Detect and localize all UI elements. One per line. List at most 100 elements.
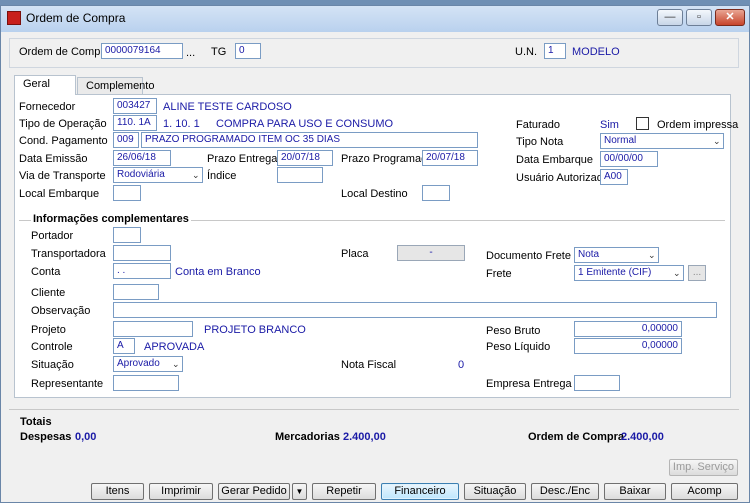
via-transporte-select[interactable]: Rodoviária ⌄ xyxy=(113,167,203,183)
via-transporte-label: Via de Transporte xyxy=(19,170,106,182)
frete-label: Frete xyxy=(486,268,512,280)
tab-complemento[interactable]: Complemento xyxy=(77,77,154,95)
empresa-entrega-field[interactable] xyxy=(574,375,620,391)
tipo-nota-label: Tipo Nota xyxy=(516,136,564,148)
ordem-label: Ordem de Compra xyxy=(19,46,111,58)
portador-label: Portador xyxy=(31,230,74,242)
tipo-nota-value: Normal xyxy=(604,135,637,146)
peso-liquido-field[interactable]: 0,00000 xyxy=(574,338,682,354)
imp-servico-button[interactable]: Imp. Serviço xyxy=(669,459,738,476)
window-title: Ordem de Compra xyxy=(26,11,126,25)
chevron-down-icon: ⌄ xyxy=(192,170,200,180)
cliente-label: Cliente xyxy=(31,287,66,299)
ordem-total-value: 2.400,00 xyxy=(621,431,664,443)
ordem-impressa-checkbox[interactable] xyxy=(636,117,649,130)
projeto-description: PROJETO BRANCO xyxy=(204,324,306,336)
chevron-down-icon: ⌄ xyxy=(648,250,656,260)
representante-label: Representante xyxy=(31,378,104,390)
fornecedor-code-field[interactable]: 003427 xyxy=(113,98,157,114)
documento-frete-value: Nota xyxy=(578,249,600,260)
cond-pagamento-description-field[interactable]: PRAZO PROGRAMADO ITEM OC 35 DIAS xyxy=(141,132,478,148)
indice-field[interactable] xyxy=(277,167,323,183)
desc-enc-button[interactable]: Desc./Enc xyxy=(531,483,599,500)
peso-bruto-field[interactable]: 0,00000 xyxy=(574,321,682,337)
data-emissao-field[interactable]: 26/06/18 xyxy=(113,150,171,166)
documento-frete-select[interactable]: Nota ⌄ xyxy=(574,247,659,263)
despesas-value: 0,00 xyxy=(75,431,97,443)
prazo-entrega-field[interactable]: 20/07/18 xyxy=(277,150,333,166)
local-destino-label: Local Destino xyxy=(341,188,408,200)
controle-description: APROVADA xyxy=(144,341,205,353)
observacao-label: Observação xyxy=(31,305,91,317)
ordem-impressa-label: Ordem impressa xyxy=(657,119,739,131)
close-button[interactable]: ✕ xyxy=(715,9,745,26)
observacao-field[interactable] xyxy=(113,302,717,318)
minimize-button[interactable]: — xyxy=(657,9,683,26)
local-embarque-label: Local Embarque xyxy=(19,188,100,200)
indice-label: Índice xyxy=(207,170,237,182)
itens-button[interactable]: Itens xyxy=(91,483,144,500)
chevron-down-icon: ⌄ xyxy=(172,359,180,369)
tipo-operacao-label: Tipo de Operação xyxy=(19,118,107,130)
tipo-operacao-number: 1. 10. 1 xyxy=(163,118,200,130)
situacao-label: Situação xyxy=(31,359,74,371)
placa-field[interactable]: - xyxy=(397,245,465,261)
data-embarque-field[interactable]: 00/00/00 xyxy=(600,151,658,167)
situacao-button[interactable]: Situação xyxy=(464,483,526,500)
cliente-field[interactable] xyxy=(113,284,159,300)
ordem-compra-window: Ordem de Compra — ▫ ✕ Ordem de Compra 00… xyxy=(0,5,750,503)
local-embarque-field[interactable] xyxy=(113,185,141,201)
usuario-autorizado-label: Usuário Autorizado xyxy=(516,172,609,184)
peso-liquido-label: Peso Líquido xyxy=(486,341,551,353)
data-embarque-label: Data Embarque xyxy=(516,154,594,166)
prazo-programado-field[interactable]: 20/07/18 xyxy=(422,150,478,166)
tipo-operacao-field[interactable]: 110. 1A xyxy=(113,115,157,131)
repetir-button[interactable]: Repetir xyxy=(312,483,376,500)
tg-field[interactable]: 0 xyxy=(235,43,261,59)
usuario-autorizado-field[interactable]: A00 xyxy=(600,169,628,185)
controle-label: Controle xyxy=(31,341,73,353)
portador-field[interactable] xyxy=(113,227,141,243)
tipo-operacao-description: COMPRA PARA USO E CONSUMO xyxy=(216,118,394,130)
via-transporte-value: Rodoviária xyxy=(117,169,165,180)
faturado-label: Faturado xyxy=(516,119,561,131)
fornecedor-label: Fornecedor xyxy=(19,101,76,113)
gerar-pedido-button[interactable]: Gerar Pedido xyxy=(218,483,290,500)
local-destino-field[interactable] xyxy=(422,185,450,201)
transportadora-label: Transportadora xyxy=(31,248,106,260)
faturado-value: Sim xyxy=(600,119,619,131)
representante-field[interactable] xyxy=(113,375,179,391)
ordem-total-label: Ordem de Compra xyxy=(528,431,624,443)
conta-field[interactable]: . . xyxy=(113,263,171,279)
tipo-nota-select[interactable]: Normal ⌄ xyxy=(600,133,724,149)
chevron-down-icon: ⌄ xyxy=(713,136,721,146)
maximize-button[interactable]: ▫ xyxy=(686,9,712,26)
empresa-entrega-label: Empresa Entrega xyxy=(486,378,572,390)
data-emissao-label: Data Emissão xyxy=(19,153,88,165)
fornecedor-name: ALINE TESTE CARDOSO xyxy=(163,101,292,113)
situacao-select[interactable]: Aprovado ⌄ xyxy=(113,356,183,372)
frete-value: 1 Emitente (CIF) xyxy=(578,267,652,278)
projeto-field[interactable] xyxy=(113,321,193,337)
imprimir-button[interactable]: Imprimir xyxy=(149,483,213,500)
un-label: U.N. xyxy=(515,46,537,58)
situacao-value: Aprovado xyxy=(117,358,160,369)
frete-lookup-button[interactable]: ... xyxy=(688,265,706,281)
ordem-lookup-button[interactable]: ... xyxy=(186,47,195,59)
acomp-button[interactable]: Acomp xyxy=(671,483,738,500)
ordem-field[interactable]: 0000079164 xyxy=(101,43,183,59)
documento-frete-label: Documento Frete xyxy=(486,250,571,262)
placa-label: Placa xyxy=(341,248,369,260)
baixar-button[interactable]: Baixar xyxy=(604,483,666,500)
financeiro-button[interactable]: Financeiro xyxy=(381,483,459,500)
tab-geral[interactable]: Geral xyxy=(14,75,76,95)
totais-title: Totais xyxy=(20,416,52,428)
controle-field[interactable]: A xyxy=(113,338,135,354)
conta-label: Conta xyxy=(31,266,61,278)
un-field[interactable]: 1 xyxy=(544,43,566,59)
nota-fiscal-value: 0 xyxy=(458,359,465,371)
transportadora-field[interactable] xyxy=(113,245,171,261)
frete-select[interactable]: 1 Emitente (CIF) ⌄ xyxy=(574,265,684,281)
gerar-pedido-dropdown[interactable]: ▼ xyxy=(292,483,307,500)
cond-pagamento-code-field[interactable]: 009 xyxy=(113,132,139,148)
